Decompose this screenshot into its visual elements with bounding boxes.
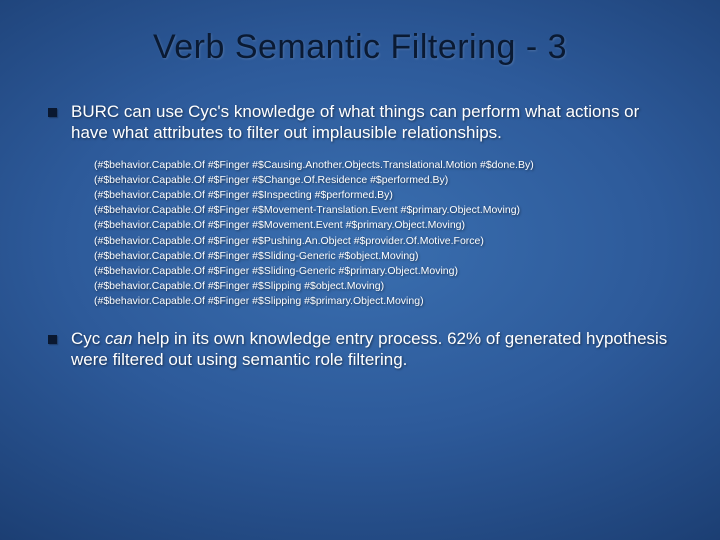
code-line: (#$behavior.Capable.Of #$Finger #$Pushin… <box>94 234 672 249</box>
slide: Verb Semantic Filtering - 3 BURC can use… <box>0 0 720 540</box>
text-fragment: Cyc <box>71 329 105 348</box>
code-line: (#$behavior.Capable.Of #$Finger #$Causin… <box>94 158 672 173</box>
code-line: (#$behavior.Capable.Of #$Finger #$Change… <box>94 173 672 188</box>
bullet-item: Cyc can help in its own knowledge entry … <box>48 328 672 371</box>
text-fragment: help in its own knowledge entry process.… <box>71 329 667 369</box>
code-block: (#$behavior.Capable.Of #$Finger #$Causin… <box>94 158 672 310</box>
bullet-text: BURC can use Cyc's knowledge of what thi… <box>71 101 672 144</box>
code-line: (#$behavior.Capable.Of #$Finger #$Slippi… <box>94 294 672 309</box>
code-line: (#$behavior.Capable.Of #$Finger #$Slidin… <box>94 264 672 279</box>
square-bullet-icon <box>48 335 57 344</box>
code-line: (#$behavior.Capable.Of #$Finger #$Slidin… <box>94 249 672 264</box>
code-line: (#$behavior.Capable.Of #$Finger #$Inspec… <box>94 188 672 203</box>
bullet-text: Cyc can help in its own knowledge entry … <box>71 328 672 371</box>
italic-text: can <box>105 329 132 348</box>
slide-title: Verb Semantic Filtering - 3 <box>48 28 672 67</box>
square-bullet-icon <box>48 108 57 117</box>
code-line: (#$behavior.Capable.Of #$Finger #$Slippi… <box>94 279 672 294</box>
code-line: (#$behavior.Capable.Of #$Finger #$Moveme… <box>94 218 672 233</box>
bullet-item: BURC can use Cyc's knowledge of what thi… <box>48 101 672 144</box>
code-line: (#$behavior.Capable.Of #$Finger #$Moveme… <box>94 203 672 218</box>
